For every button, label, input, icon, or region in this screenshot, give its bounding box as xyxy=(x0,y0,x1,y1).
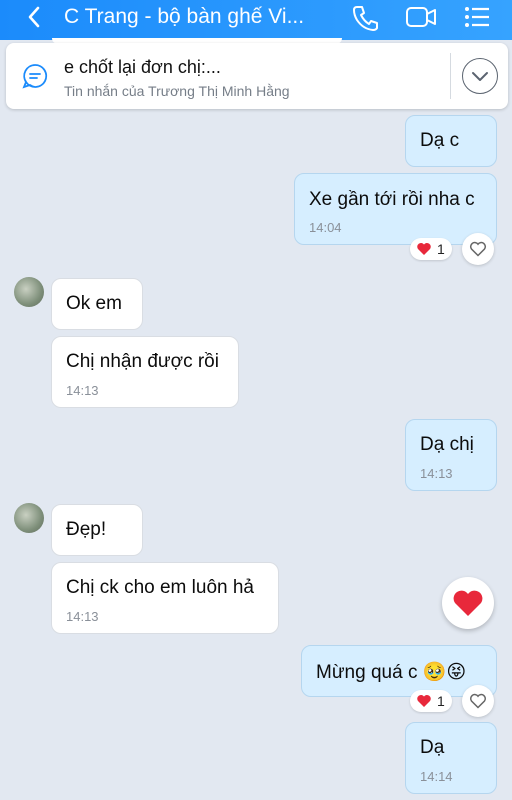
heart-outline-icon xyxy=(470,693,486,709)
message-text: Chị nhận được rồi xyxy=(66,351,219,372)
menu-icon[interactable] xyxy=(460,2,494,32)
heart-icon xyxy=(417,243,431,255)
avatar[interactable] xyxy=(14,503,44,533)
heart-icon xyxy=(417,695,431,707)
message-bubble-outgoing[interactable]: Dạ c xyxy=(405,115,497,167)
message-time: 14:14 xyxy=(420,769,453,784)
message-text: Ok em xyxy=(66,293,122,314)
message-text: Dạ chị xyxy=(420,434,474,455)
message-bubble-outgoing[interactable]: Dạ chị 14:13 xyxy=(405,419,497,491)
react-button[interactable] xyxy=(462,233,494,265)
message-bubble-incoming[interactable]: Đẹp! xyxy=(51,504,143,556)
message-time: 14:13 xyxy=(66,383,99,398)
message-text: Đẹp! xyxy=(66,519,107,540)
pinned-message-text: e chốt lại đơn chị:... xyxy=(64,57,221,77)
message-text: Chị ck cho em luôn hả xyxy=(66,577,254,598)
message-text: Xe gần tới rồi nha c xyxy=(309,189,475,210)
message-bubble-outgoing[interactable]: Dạ 14:14 xyxy=(405,722,497,794)
video-call-icon[interactable] xyxy=(404,2,438,32)
chevron-down-icon xyxy=(472,72,488,81)
reaction-count: 1 xyxy=(437,241,445,257)
message-bubble-incoming[interactable]: Ok em xyxy=(51,278,143,330)
message-text: Dạ c xyxy=(420,130,460,151)
react-button[interactable] xyxy=(462,685,494,717)
message-time: 14:13 xyxy=(420,466,453,481)
chat-header: C Trang - bộ bàn ghế Vi... xyxy=(0,0,512,40)
message-bubble-incoming[interactable]: Chị ck cho em luôn hả 14:13 xyxy=(51,562,279,634)
reaction-count: 1 xyxy=(437,693,445,709)
quick-heart-reaction-button[interactable] xyxy=(442,577,494,629)
message-time: 14:13 xyxy=(66,609,99,624)
reaction-badge[interactable]: 1 xyxy=(410,690,452,712)
heart-icon xyxy=(453,590,483,616)
pinned-message[interactable]: e chốt lại đơn chị:... Tin nhắn của Trươ… xyxy=(6,43,508,109)
chat-title[interactable]: C Trang - bộ bàn ghế Vi... xyxy=(64,5,326,29)
message-bubble-outgoing[interactable]: Xe gần tới rồi nha c 14:04 xyxy=(294,173,497,245)
pinned-message-author: Tin nhắn của Trương Thị Minh Hằng xyxy=(64,83,290,99)
heart-outline-icon xyxy=(470,241,486,257)
message-text: Mừng quá c 🥹😝 xyxy=(316,662,467,683)
phone-icon[interactable] xyxy=(348,2,382,32)
avatar[interactable] xyxy=(14,277,44,307)
divider xyxy=(450,53,451,99)
pinned-chat-icon xyxy=(22,64,48,89)
back-icon[interactable] xyxy=(18,2,54,32)
reaction-badge[interactable]: 1 xyxy=(410,238,452,260)
expand-pinned-button[interactable] xyxy=(462,58,498,94)
message-bubble-incoming[interactable]: Chị nhận được rồi 14:13 xyxy=(51,336,239,408)
message-text: Dạ xyxy=(420,737,445,758)
message-time: 14:04 xyxy=(309,220,342,235)
